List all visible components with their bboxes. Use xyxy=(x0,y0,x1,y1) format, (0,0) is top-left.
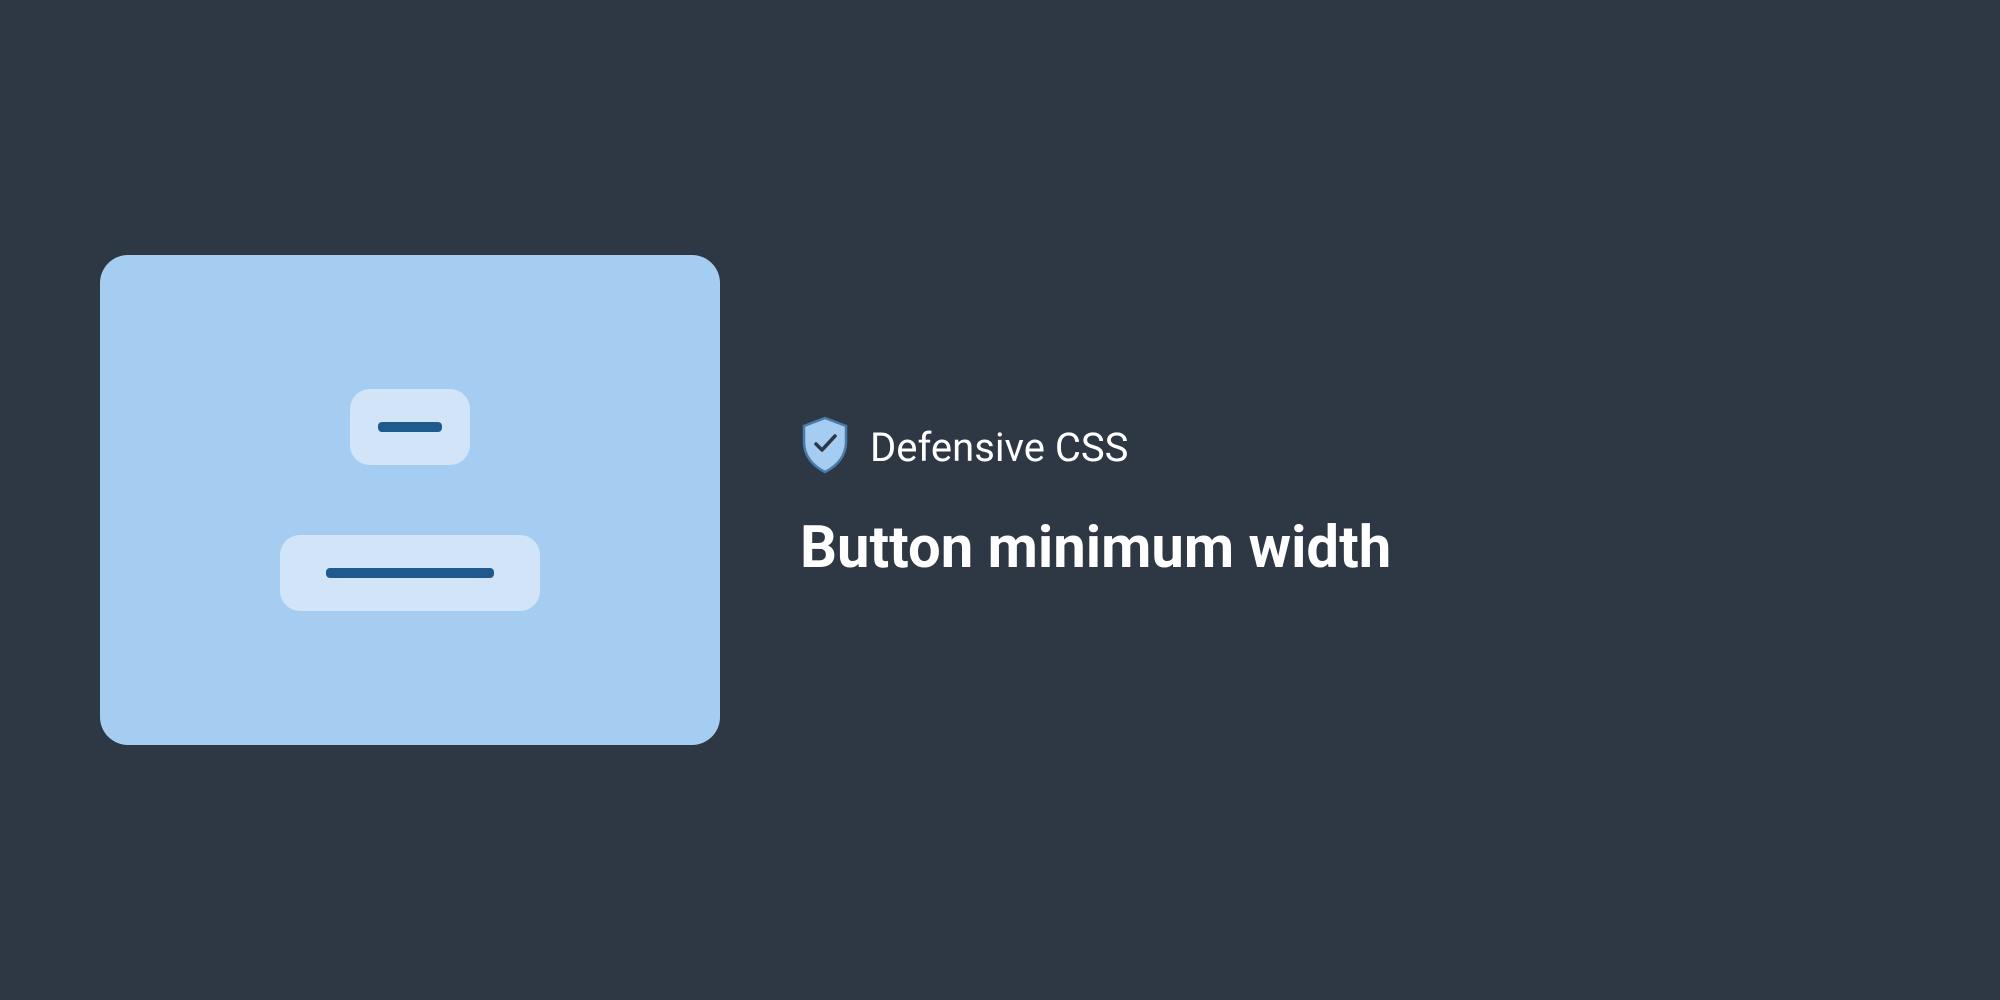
text-section: Defensive CSS Button minimum width xyxy=(800,416,1900,584)
page-title: Button minimum width xyxy=(800,514,1900,584)
brand-row: Defensive CSS xyxy=(800,416,1900,478)
button-mock-large xyxy=(280,535,540,611)
illustration-card xyxy=(100,255,720,745)
brand-name: Defensive CSS xyxy=(870,424,1128,471)
button-mock-small xyxy=(350,389,470,465)
shield-icon xyxy=(800,416,850,478)
button-line xyxy=(378,422,442,432)
button-line xyxy=(326,568,494,578)
